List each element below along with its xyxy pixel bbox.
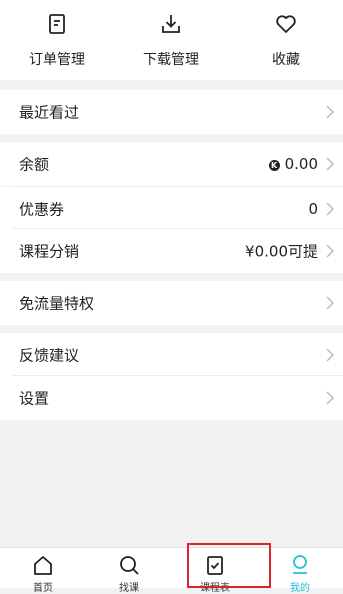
download-icon [162, 15, 180, 33]
home-icon [34, 556, 52, 575]
settings-label: 设置 [19, 389, 50, 408]
download-management-button[interactable]: 下载管理 [114, 0, 228, 80]
top-actions: 订单管理 下载管理 收藏 [0, 0, 343, 80]
chevron-right-icon [326, 105, 335, 119]
coupon-row[interactable]: 优惠券 0 [0, 187, 343, 231]
coin-icon: K [268, 160, 280, 171]
chevron-right-icon [326, 348, 335, 362]
recently-viewed-row[interactable]: 最近看过 [0, 90, 343, 134]
chevron-right-icon [326, 157, 335, 171]
free-traffic-row[interactable]: 免流量特权 [0, 281, 343, 325]
order-management-label: 订单管理 [29, 52, 85, 68]
chevron-right-icon [326, 391, 335, 405]
search-icon [120, 556, 139, 575]
favorites-button[interactable]: 收藏 [229, 0, 343, 80]
balance-row[interactable]: 余额 K 0.00 [0, 142, 343, 186]
tab-home[interactable]: 首页 [0, 548, 86, 594]
download-management-label: 下载管理 [143, 52, 199, 68]
recently-viewed-label: 最近看过 [19, 103, 80, 122]
coupon-label: 优惠券 [19, 200, 65, 219]
balance-value-wrap: K 0.00 [268, 155, 318, 173]
tab-schedule[interactable]: 课程表 [172, 548, 258, 594]
order-management-button[interactable]: 订单管理 [0, 0, 114, 80]
order-icon [49, 14, 65, 34]
coupon-value: 0 [308, 200, 318, 218]
tab-find-course-label: 找课 [119, 583, 139, 594]
heart-icon [276, 15, 296, 33]
course-distribution-label: 课程分销 [19, 242, 80, 261]
tab-profile-label: 我的 [290, 583, 310, 594]
favorites-label: 收藏 [272, 52, 300, 68]
tab-find-course[interactable]: 找课 [86, 548, 172, 594]
course-distribution-row[interactable]: 课程分销 ¥0.00可提 [0, 229, 343, 273]
course-distribution-value: ¥0.00可提 [245, 242, 318, 261]
feedback-label: 反馈建议 [19, 346, 80, 365]
schedule-icon [207, 556, 223, 575]
feedback-row[interactable]: 反馈建议 [0, 333, 343, 377]
chevron-right-icon [326, 202, 335, 216]
tab-home-label: 首页 [33, 583, 53, 594]
tab-profile[interactable]: 我的 [257, 548, 343, 594]
balance-label: 余额 [19, 155, 50, 174]
balance-value: 0.00 [284, 155, 318, 173]
settings-row[interactable]: 设置 [0, 376, 343, 420]
bottom-tab-bar: 首页 找课 课程表 我的 [0, 547, 343, 594]
free-traffic-label: 免流量特权 [19, 294, 95, 313]
profile-icon [293, 555, 307, 574]
chevron-right-icon [326, 296, 335, 310]
tab-schedule-label: 课程表 [200, 583, 230, 594]
chevron-right-icon [326, 244, 335, 258]
